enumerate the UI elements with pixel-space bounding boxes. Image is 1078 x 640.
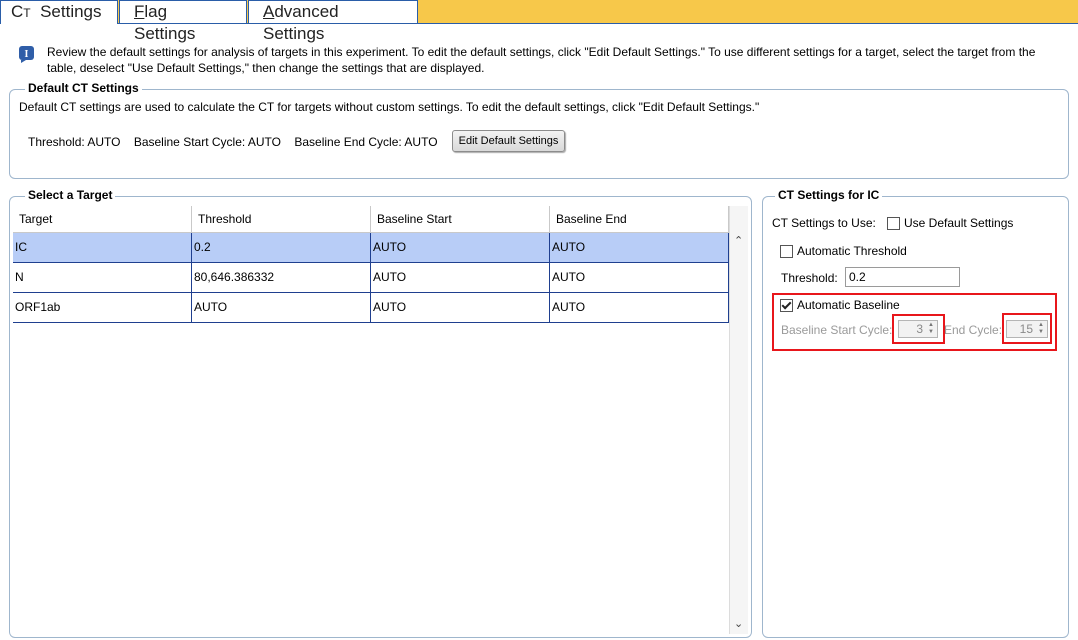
- table-row[interactable]: ORF1ab AUTO AUTO AUTO: [13, 293, 729, 323]
- table-row[interactable]: N 80,646.386332 AUTO AUTO: [13, 263, 729, 293]
- column-header-baseline-end[interactable]: Baseline End: [550, 206, 729, 232]
- highlight-box-start-spinner: [892, 314, 945, 344]
- default-group-legend: Default CT Settings: [25, 81, 142, 95]
- table-cell: 80,646.386332: [192, 263, 371, 292]
- settings-group-legend: CT Settings for IC: [775, 188, 883, 202]
- checkbox-box[interactable]: [780, 245, 793, 259]
- highlight-box-end-spinner: [1002, 313, 1052, 344]
- default-threshold: Threshold: AUTO: [28, 135, 121, 149]
- info-text: Review the default settings for analysis…: [47, 45, 1036, 75]
- table-cell: AUTO: [371, 293, 550, 322]
- svg-text:I: I: [25, 49, 29, 60]
- table-cell: AUTO: [550, 233, 729, 262]
- automatic-threshold-checkbox[interactable]: Automatic Threshold: [780, 244, 907, 259]
- table-cell: AUTO: [550, 263, 729, 292]
- scroll-down-icon[interactable]: ⌄: [734, 617, 743, 630]
- tab-ct-settings[interactable]: CT Settings: [0, 0, 118, 24]
- tab-flag-mnemonic: F: [134, 2, 145, 21]
- table-cell: ORF1ab: [13, 293, 192, 322]
- default-baseline-start: Baseline Start Cycle: AUTO: [133, 135, 281, 149]
- checkbox-box[interactable]: [887, 217, 900, 231]
- default-values: Threshold: AUTO Baseline Start Cycle: AU…: [28, 135, 448, 149]
- table-cell: AUTO: [371, 233, 550, 262]
- use-default-settings-label: Use Default Settings: [904, 216, 1014, 230]
- column-header-target[interactable]: Target: [13, 206, 192, 232]
- tab-ct-label-settings: Settings: [40, 2, 102, 21]
- use-default-settings-checkbox[interactable]: Use Default Settings: [887, 216, 1014, 231]
- tab-advanced-settings[interactable]: Advanced Settings: [248, 0, 418, 43]
- info-icon: I: [19, 46, 34, 63]
- threshold-input[interactable]: 0.2: [845, 267, 960, 287]
- table-header-row: Target Threshold Baseline Start Baseline…: [13, 206, 729, 233]
- tab-advanced-mnemonic: A: [263, 2, 275, 21]
- settings-to-use-label: CT Settings to Use:: [772, 216, 876, 230]
- select-target-legend: Select a Target: [25, 188, 116, 202]
- table-cell: N: [13, 263, 192, 292]
- table-cell: AUTO: [550, 293, 729, 322]
- table-row[interactable]: IC 0.2 AUTO AUTO: [13, 233, 729, 263]
- table-cell: AUTO: [371, 263, 550, 292]
- tab-ct-label-t: T: [23, 6, 31, 20]
- tab-ct-label-c: C: [11, 2, 24, 21]
- table-cell: 0.2: [192, 233, 371, 262]
- tab-flag-settings[interactable]: Flag Settings: [119, 0, 247, 43]
- automatic-threshold-label: Automatic Threshold: [797, 244, 907, 258]
- table-cell: AUTO: [192, 293, 371, 322]
- scroll-up-icon[interactable]: ⌃: [734, 234, 743, 247]
- edit-default-settings-button[interactable]: Edit Default Settings: [452, 130, 565, 152]
- table-scrollbar[interactable]: ⌃ ⌄: [729, 206, 748, 634]
- tab-underline: [118, 23, 1078, 24]
- column-header-threshold[interactable]: Threshold: [192, 206, 371, 232]
- target-table: Target Threshold Baseline Start Baseline…: [13, 206, 729, 323]
- table-cell: IC: [13, 233, 192, 262]
- threshold-label: Threshold:: [781, 271, 838, 285]
- ct-settings-for-target-group: CT Settings for IC: [762, 188, 1069, 638]
- default-description: Default CT settings are used to calculat…: [19, 100, 760, 114]
- default-baseline-end: Baseline End Cycle: AUTO: [294, 135, 438, 149]
- column-header-baseline-start[interactable]: Baseline Start: [371, 206, 550, 232]
